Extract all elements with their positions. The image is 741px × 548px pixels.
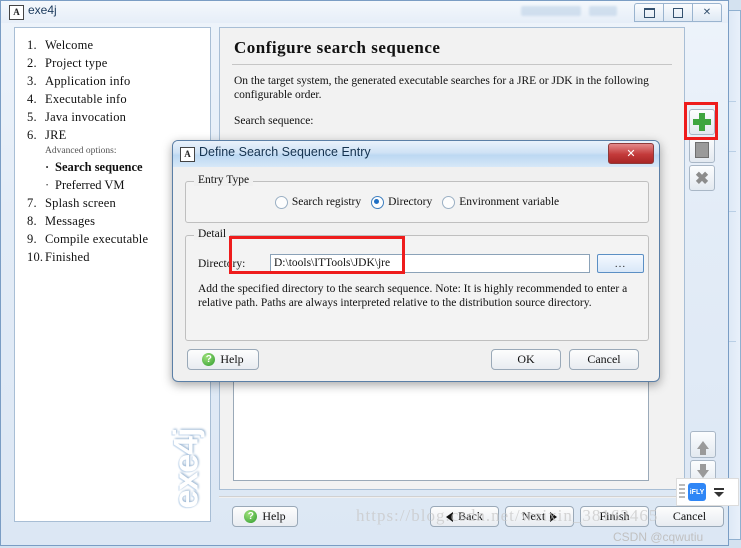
radio-environment-variable[interactable] bbox=[442, 195, 456, 209]
dialog-cancel-label: Cancel bbox=[587, 352, 621, 366]
step-number: 8. bbox=[27, 213, 37, 228]
sidebar-item-label: Project type bbox=[45, 55, 108, 70]
dialog-close-button[interactable]: ✕ bbox=[608, 143, 654, 164]
csdn-watermark: CSDN @cqwutiu bbox=[613, 530, 704, 544]
close-icon: ✕ bbox=[702, 7, 712, 18]
maximize-button[interactable] bbox=[663, 3, 693, 22]
dialog-ok-button[interactable]: OK bbox=[491, 349, 561, 370]
step-number: 4. bbox=[27, 91, 37, 106]
sidebar-item-label: Splash screen bbox=[45, 195, 116, 210]
page-title: Configure search sequence bbox=[234, 38, 441, 57]
dialog-help-button[interactable]: ? Help bbox=[187, 349, 259, 370]
ime-expand-button[interactable] bbox=[714, 487, 724, 497]
window-controls: ✕ bbox=[634, 3, 722, 22]
step-number: 10. bbox=[27, 249, 44, 264]
radio-directory[interactable] bbox=[371, 195, 385, 209]
title-divider bbox=[232, 64, 672, 65]
footer-divider bbox=[219, 496, 685, 498]
arrow-up-icon bbox=[697, 440, 709, 455]
help-button[interactable]: ? Help bbox=[232, 506, 298, 527]
dialog-help-label: Help bbox=[220, 352, 244, 366]
ime-floating-widget[interactable]: iFLY bbox=[676, 478, 739, 506]
sidebar-item-label: Preferred VM bbox=[55, 177, 125, 192]
radio-label-search-registry[interactable]: Search registry bbox=[292, 196, 361, 208]
dialog-titlebar: A Define Search Sequence Entry ✕ bbox=[173, 141, 659, 167]
help-icon: ? bbox=[202, 353, 216, 366]
step-number: 9. bbox=[27, 231, 37, 246]
help-icon: ? bbox=[244, 510, 258, 523]
sidebar-item-java-invocation[interactable]: 5. Java invocation bbox=[15, 108, 210, 126]
entry-type-group: Entry Type Search registry Directory Env… bbox=[185, 174, 649, 223]
sidebar-item-application-info[interactable]: 3. Application info bbox=[15, 72, 210, 90]
page-description: On the target system, the generated exec… bbox=[234, 75, 649, 101]
sidebar-item-label: Java invocation bbox=[45, 109, 127, 124]
help-label: Help bbox=[262, 509, 286, 523]
sidebar-item-welcome[interactable]: 1. Welcome bbox=[15, 36, 210, 54]
sidebar-item-label: Application info bbox=[45, 73, 131, 88]
detail-note: Add the specified directory to the searc… bbox=[198, 283, 628, 309]
sidebar-item-project-type[interactable]: 2. Project type bbox=[15, 54, 210, 72]
dialog-title: Define Search Sequence Entry bbox=[199, 145, 371, 159]
step-number: 7. bbox=[27, 195, 37, 210]
app-icon: A bbox=[9, 5, 24, 20]
move-up-button[interactable] bbox=[690, 431, 716, 458]
detail-legend: Detail bbox=[194, 228, 231, 240]
minimize-icon bbox=[643, 7, 655, 18]
duplicate-entry-button[interactable] bbox=[689, 137, 715, 163]
exe4j-brand-logo: exe4j bbox=[161, 413, 213, 523]
dialog-cancel-button[interactable]: Cancel bbox=[569, 349, 639, 370]
sidebar-item-label: Search sequence bbox=[55, 159, 143, 174]
step-number: 6. bbox=[27, 127, 37, 142]
sidebar-item-label: Messages bbox=[45, 213, 96, 228]
radio-label-directory[interactable]: Directory bbox=[388, 196, 432, 208]
step-number: 2. bbox=[27, 55, 37, 70]
step-number: 5. bbox=[27, 109, 37, 124]
ime-drag-handle[interactable] bbox=[679, 484, 685, 500]
blurred-titlebar-text-2 bbox=[589, 6, 617, 16]
ifly-logo-icon[interactable]: iFLY bbox=[688, 483, 706, 501]
entry-type-radio-row: Search registry Directory Environment va… bbox=[186, 182, 648, 222]
sidebar-item-executable-info[interactable]: 4. Executable info bbox=[15, 90, 210, 108]
sidebar-item-label: Welcome bbox=[45, 37, 94, 52]
ok-label: OK bbox=[517, 352, 535, 366]
browse-directory-button[interactable]: ... bbox=[597, 254, 644, 273]
sidebar-item-label: Compile executable bbox=[45, 231, 149, 246]
remove-entry-button[interactable]: ✖ bbox=[689, 165, 715, 191]
window-title: exe4j bbox=[28, 3, 57, 17]
chevron-down-icon bbox=[714, 491, 724, 497]
radio-search-registry[interactable] bbox=[274, 195, 288, 209]
bullet-icon: · bbox=[45, 159, 50, 174]
dialog-app-icon: A bbox=[180, 147, 195, 162]
entry-type-legend: Entry Type bbox=[194, 174, 254, 186]
sidebar-item-label: Finished bbox=[45, 249, 90, 264]
sidebar-item-label: Executable info bbox=[45, 91, 127, 106]
cancel-label: Cancel bbox=[672, 509, 707, 523]
search-sequence-label: Search sequence: bbox=[234, 115, 314, 127]
arrow-down-icon bbox=[697, 463, 709, 478]
step-number: 3. bbox=[27, 73, 37, 88]
copy-icon bbox=[692, 140, 709, 158]
bullet-icon: · bbox=[45, 177, 50, 192]
browse-label: ... bbox=[614, 257, 627, 270]
ime-bar-icon bbox=[714, 487, 724, 490]
sidebar-item-label: JRE bbox=[45, 127, 67, 142]
url-watermark: https://blog.csdn.net/weixin_38163465 bbox=[356, 506, 659, 525]
cancel-button[interactable]: Cancel bbox=[655, 506, 724, 527]
minimize-button[interactable] bbox=[634, 3, 664, 22]
maximize-icon bbox=[673, 7, 683, 18]
close-icon: ✕ bbox=[626, 148, 636, 160]
blurred-titlebar-text bbox=[521, 6, 581, 16]
step-number: 1. bbox=[27, 37, 37, 52]
x-icon: ✖ bbox=[694, 168, 710, 188]
annotation-highlight-add-button bbox=[684, 102, 718, 140]
radio-label-environment-variable[interactable]: Environment variable bbox=[459, 196, 559, 208]
annotation-highlight-directory-field bbox=[229, 236, 405, 274]
window-titlebar: A exe4j ✕ bbox=[1, 1, 728, 23]
close-button[interactable]: ✕ bbox=[692, 3, 722, 22]
brand-label: exe4j bbox=[167, 427, 206, 509]
